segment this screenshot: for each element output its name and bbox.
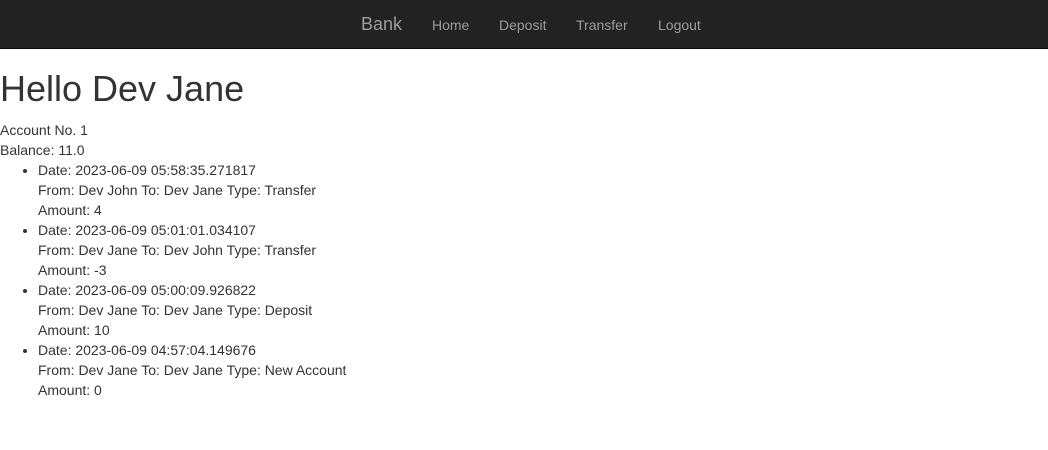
transaction-item: Date: 2023-06-09 04:57:04.149676 From: D… [38, 340, 346, 400]
account-number: Account No. 1 [0, 122, 88, 138]
transaction-parties: From: Dev Jane To: Dev Jane Type: New Ac… [38, 362, 347, 378]
transaction-parties: From: Dev John To: Dev Jane Type: Transf… [38, 182, 317, 198]
nav-home-link[interactable]: Home [432, 15, 469, 35]
brand-link[interactable]: Bank [361, 14, 402, 34]
transaction-date: Date: 2023-06-09 04:57:04.149676 [38, 342, 256, 358]
transaction-amount: Amount: 0 [38, 382, 102, 398]
transaction-item: Date: 2023-06-09 05:00:09.926822 From: D… [38, 280, 346, 340]
transaction-date: Date: 2023-06-09 05:00:09.926822 [38, 282, 256, 298]
transaction-parties: From: Dev Jane To: Dev Jane Type: Deposi… [38, 302, 313, 318]
nav-transfer-link[interactable]: Transfer [576, 15, 628, 35]
account-balance: Balance: 11.0 [0, 142, 85, 158]
transaction-item: Date: 2023-06-09 05:58:35.271817 From: D… [38, 160, 346, 220]
transaction-amount: Amount: 10 [38, 322, 110, 338]
nav-logout-link[interactable]: Logout [658, 15, 701, 35]
transaction-amount: Amount: -3 [38, 262, 107, 278]
transaction-date: Date: 2023-06-09 05:58:35.271817 [38, 162, 256, 178]
transaction-parties: From: Dev Jane To: Dev John Type: Transf… [38, 242, 317, 258]
transaction-item: Date: 2023-06-09 05:01:01.034107 From: D… [38, 220, 346, 280]
nav-deposit-link[interactable]: Deposit [499, 15, 546, 35]
transaction-list: Date: 2023-06-09 05:58:35.271817 From: D… [0, 160, 346, 400]
transaction-date: Date: 2023-06-09 05:01:01.034107 [38, 222, 256, 238]
page-title: Hello Dev Jane [0, 68, 245, 109]
transaction-amount: Amount: 4 [38, 202, 102, 218]
top-navbar: Bank Home Deposit Transfer Logout [0, 0, 1048, 49]
